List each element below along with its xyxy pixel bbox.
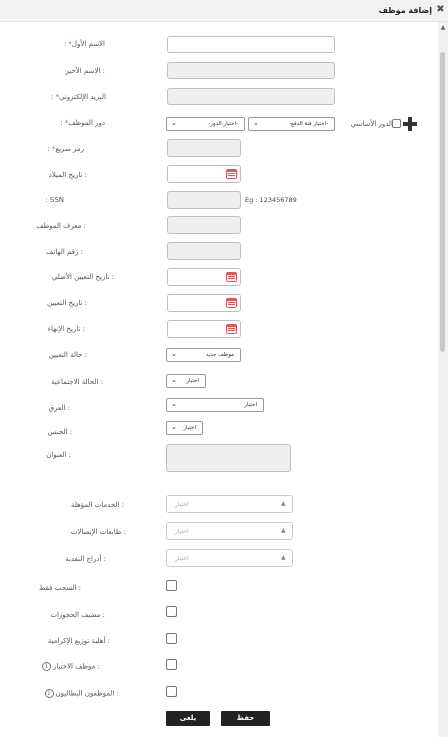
- calendar-icon[interactable]: [226, 298, 237, 308]
- caret-up-icon: ▲: [281, 500, 286, 507]
- reservations-host-label: : مضيف الحجوزات: [50, 611, 105, 619]
- scrollbar[interactable]: ▲: [438, 22, 448, 737]
- multiselect-placeholder: اختيار: [175, 528, 189, 535]
- birth-date-input[interactable]: [167, 165, 241, 183]
- hire-status-select[interactable]: موظف جديد ⌄: [166, 348, 241, 362]
- role-select-value: -اختيار الدور-: [208, 121, 238, 127]
- caret-up-icon: ▲: [281, 554, 286, 561]
- marital-status-label: : الحالة الاجتماعية: [50, 378, 103, 386]
- quick-code-text: رمز سريع: [55, 145, 84, 153]
- role-select[interactable]: -اختيار الدور- ⌄: [166, 117, 245, 131]
- cash-drawers-label: : أدراج النقدية: [65, 555, 106, 563]
- colon: :: [63, 40, 67, 48]
- scrollbar-thumb[interactable]: [440, 52, 445, 352]
- qualified-services-multiselect[interactable]: اختيار ▲: [166, 495, 293, 513]
- gender-value: اختيار: [183, 425, 196, 431]
- receipt-printers-multiselect[interactable]: اختيار ▲: [166, 522, 293, 540]
- cash-drawers-multiselect[interactable]: اختيار ▲: [166, 549, 293, 567]
- hire-status-label: : حالة التعيين: [48, 351, 87, 359]
- chevron-down-icon: ⌄: [253, 119, 259, 127]
- pay-category-value: -اختيار فئة الدفع-: [289, 121, 328, 127]
- termination-date-label: : تاريخ الإنهاء: [47, 325, 85, 333]
- caret-up-icon: ▲: [281, 527, 286, 534]
- race-select[interactable]: اختيار ⌄: [166, 398, 264, 412]
- withdraw-only-checkbox[interactable]: [166, 580, 177, 591]
- chevron-down-icon: ⌄: [171, 400, 177, 408]
- test-employee-label: : موظف الاختبارi: [42, 662, 100, 671]
- primary-role-checkbox[interactable]: [392, 119, 401, 128]
- calendar-icon[interactable]: [226, 169, 237, 179]
- race-label: : العرق: [48, 404, 70, 412]
- cancel-button[interactable]: يلغى: [166, 711, 210, 726]
- unemployed-employees-label: : الموظفون البطاليونi: [44, 689, 120, 698]
- gender-select[interactable]: اختيار ⌄: [166, 421, 203, 435]
- phone-label: : رقم الهاتف: [46, 248, 83, 256]
- colon: :: [60, 119, 63, 127]
- save-button[interactable]: حفظ: [221, 711, 270, 726]
- quick-code-input[interactable]: [167, 139, 241, 157]
- original-hire-date-label: : تاريخ التعيين الأصلي: [51, 273, 114, 281]
- employee-id-input[interactable]: [167, 216, 241, 234]
- ssn-input[interactable]: [167, 191, 241, 209]
- role-label: دور الموظف* :: [60, 119, 105, 127]
- test-employee-text: : موظف الاختبار: [53, 662, 100, 671]
- unemployed-employees-checkbox[interactable]: [166, 686, 177, 697]
- quick-code-label: رمز سريع* :: [47, 145, 84, 153]
- email-text: البريد الإلكتروني: [59, 93, 106, 101]
- multiselect-placeholder: اختيار: [175, 501, 189, 508]
- qualified-services-label: : الخدمات المؤهلة: [70, 501, 124, 509]
- colon: :: [50, 93, 54, 101]
- pay-category-select[interactable]: -اختيار فئة الدفع- ⌄: [248, 117, 335, 131]
- add-role-icon[interactable]: [403, 117, 417, 131]
- email-input[interactable]: [167, 88, 335, 105]
- phone-input[interactable]: [167, 242, 241, 260]
- dialog-titlebar: إضافة موظف ✖: [0, 0, 448, 22]
- colon: :: [47, 145, 50, 153]
- address-textarea[interactable]: [166, 444, 291, 472]
- ssn-label: SSN :: [45, 196, 64, 204]
- employee-id-label: : معرف الموظف: [36, 222, 86, 230]
- dialog-title: إضافة موظف: [378, 6, 432, 15]
- test-employee-checkbox[interactable]: [166, 659, 177, 670]
- info-icon[interactable]: i: [42, 662, 51, 671]
- address-label: : العنوان: [46, 451, 71, 459]
- original-hire-date-input[interactable]: [167, 268, 241, 286]
- birth-date-label: : تاريخ الميلاد: [48, 171, 87, 179]
- calendar-icon[interactable]: [226, 324, 237, 334]
- tip-eligibility-checkbox[interactable]: [166, 633, 177, 644]
- race-value: اختيار: [244, 402, 257, 408]
- close-icon[interactable]: ✖: [435, 4, 446, 16]
- primary-role-label: الدور الأساسي: [350, 120, 393, 128]
- first-name-label: الاسم الأول* :: [64, 40, 105, 48]
- last-name-label: : الاسم الأخير: [65, 67, 105, 75]
- multiselect-placeholder: اختيار: [175, 555, 189, 562]
- scroll-up-icon[interactable]: ▲: [439, 24, 447, 32]
- receipt-printers-label: : طابعات الإيصالات: [70, 528, 126, 536]
- first-name-input[interactable]: [167, 36, 335, 53]
- termination-date-input[interactable]: [167, 320, 241, 338]
- unemployed-employees-text: : الموظفون البطاليون: [55, 689, 120, 698]
- reservations-host-checkbox[interactable]: [166, 606, 177, 617]
- tip-eligibility-label: : أهلية توزيع الإكرامية: [47, 637, 110, 645]
- gender-label: : الجنس: [47, 428, 72, 436]
- chevron-down-icon: ⌄: [171, 350, 177, 358]
- first-name-text: الاسم الأول: [71, 40, 105, 48]
- info-icon[interactable]: i: [44, 689, 54, 698]
- calendar-icon[interactable]: [226, 272, 237, 282]
- email-label: البريد الإلكتروني* :: [51, 93, 106, 101]
- ssn-example: Eg : 123456789: [245, 196, 297, 204]
- withdraw-only-label: : السحب فقط: [38, 584, 81, 592]
- chevron-down-icon: ⌄: [171, 119, 177, 127]
- chevron-down-icon: ⌄: [171, 376, 177, 384]
- marital-status-value: اختيار: [186, 378, 199, 384]
- hire-status-value: موظف جديد: [205, 352, 234, 358]
- chevron-down-icon: ⌄: [171, 423, 177, 431]
- role-text: دور الموظف: [68, 119, 105, 127]
- hire-date-input[interactable]: [167, 294, 241, 312]
- marital-status-select[interactable]: اختيار ⌄: [166, 374, 206, 388]
- hire-date-label: : تاريخ التعيين: [47, 299, 87, 307]
- last-name-input[interactable]: [167, 62, 335, 79]
